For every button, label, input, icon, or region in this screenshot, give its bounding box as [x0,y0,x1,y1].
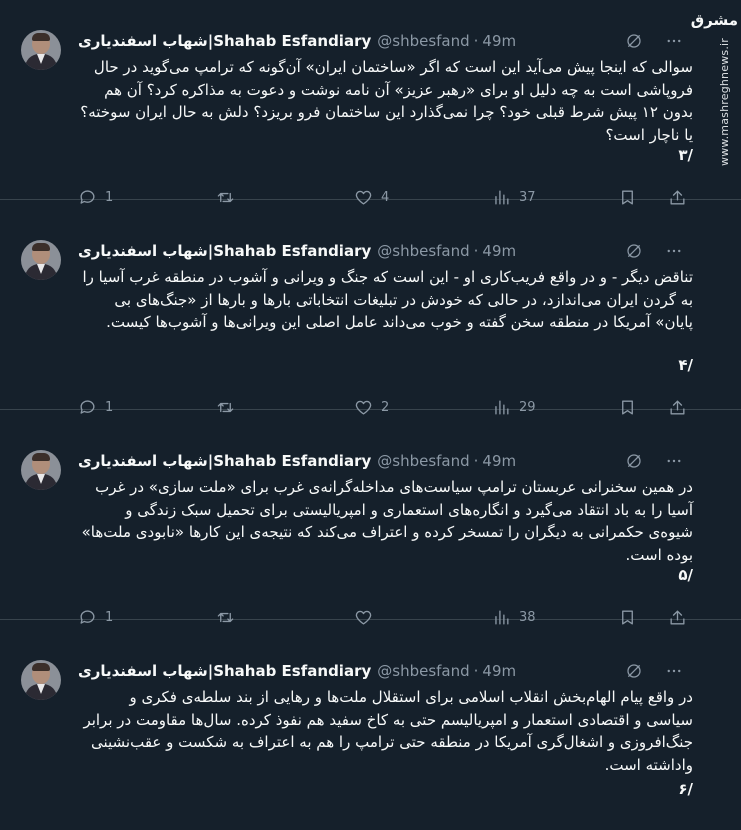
tweet-header: شهاب اسفندیاری|Shahab Esfandiary @shbesf… [78,240,516,262]
bookmark-icon [622,610,633,625]
reply-button[interactable]: 1 [78,608,113,627]
views-count: 37 [519,190,536,205]
reply-icon [80,610,95,624]
watermark-url: www.mashreghnews.ir [717,38,731,166]
tweet-header: شهاب اسفندیاری|Shahab Esfandiary @shbesf… [78,30,516,52]
tweet[interactable]: شهاب اسفندیاری|Shahab Esfandiary @shbesf… [0,420,741,625]
separator-dot: · [473,452,479,470]
watermark: مشرق www.mashreghnews.ir [690,0,741,166]
avatar[interactable] [21,240,61,280]
avatar[interactable] [21,30,61,70]
like-count: 4 [381,190,390,205]
bookmark-button[interactable] [618,398,637,417]
like-button[interactable] [354,608,381,627]
like-button[interactable]: 2 [354,398,389,417]
bookmark-button[interactable] [618,608,637,627]
views-count: 38 [519,610,536,625]
retweet-button[interactable] [216,398,243,417]
share-button[interactable] [668,398,687,417]
reply-count: 1 [105,610,114,625]
author-handle[interactable]: @shbesfand [377,662,469,680]
author-handle[interactable]: @shbesfand [377,452,469,470]
heart-icon [355,190,372,205]
author-handle[interactable]: @shbesfand [377,32,469,50]
thread-number: /۵ [678,566,693,584]
author-name[interactable]: شهاب اسفندیاری|Shahab Esfandiary [78,452,371,470]
tweet-header: شهاب اسفندیاری|Shahab Esfandiary @shbesf… [78,660,516,682]
tweet-text: در همین سخنرانی عربستان ترامپ سیاست‌های … [81,478,693,564]
avatar[interactable] [21,660,61,700]
tweet-text: در واقع پیام الهام‌بخش انقلاب اسلامی برا… [83,688,693,774]
retweet-button[interactable] [216,188,243,207]
reply-button[interactable]: 1 [78,188,113,207]
bookmark-button[interactable] [618,188,637,207]
grok-icon[interactable] [625,452,643,470]
thread-number: /۶ [678,780,693,798]
timestamp[interactable]: 49m [482,662,516,680]
author-name[interactable]: شهاب اسفندیاری|Shahab Esfandiary [78,242,371,260]
tweet-header: شهاب اسفندیاری|Shahab Esfandiary @shbesf… [78,450,516,472]
header-icons [603,662,683,680]
header-icons [603,32,683,50]
watermark-logo: مشرق [690,11,738,29]
author-name[interactable]: شهاب اسفندیاری|Shahab Esfandiary [78,662,371,680]
views-button[interactable]: 29 [492,398,536,417]
tweet-text: سوالی که اینجا پیش می‌آید این است که اگر… [80,58,693,144]
more-options-icon[interactable] [665,452,683,470]
retweet-button[interactable] [216,608,243,627]
timestamp[interactable]: 49m [482,452,516,470]
separator-dot: · [473,32,479,50]
tweet-actions: 1 38 [78,608,690,630]
grok-icon[interactable] [625,242,643,260]
share-icon [670,190,685,205]
author-handle[interactable]: @shbesfand [377,242,469,260]
tweet-text: تناقض دیگر - و در واقع فریب‌کاری او - ای… [82,268,693,331]
grok-icon[interactable] [625,662,643,680]
tweet[interactable]: شهاب اسفندیاری|Shahab Esfandiary @shbesf… [0,0,741,205]
reply-button[interactable]: 1 [78,398,113,417]
tweet[interactable]: شهاب اسفندیاری|Shahab Esfandiary @shbesf… [0,210,741,415]
share-button[interactable] [668,188,687,207]
heart-icon [355,610,372,625]
views-chart-icon [495,610,509,625]
share-button[interactable] [668,608,687,627]
author-name[interactable]: شهاب اسفندیاری|Shahab Esfandiary [78,32,371,50]
share-icon [670,610,685,625]
more-options-icon[interactable] [665,32,683,50]
reply-count: 1 [105,190,114,205]
tweet[interactable]: شهاب اسفندیاری|Shahab Esfandiary @shbesf… [0,630,741,830]
share-icon [670,400,685,415]
like-count: 2 [381,400,390,415]
avatar[interactable] [21,450,61,490]
thread-number: /٣ [678,146,693,164]
retweet-icon [217,402,234,413]
header-icons [603,452,683,470]
timestamp[interactable]: 49m [482,32,516,50]
more-options-icon[interactable] [665,662,683,680]
more-options-icon[interactable] [665,242,683,260]
grok-icon[interactable] [625,32,643,50]
heart-icon [355,400,372,415]
header-icons [603,242,683,260]
views-chart-icon [495,400,509,415]
retweet-icon [217,192,234,203]
like-button[interactable]: 4 [354,188,389,207]
bookmark-icon [622,400,633,415]
tweet-actions: 1 4 37 [78,188,690,210]
views-button[interactable]: 38 [492,608,536,627]
separator-dot: · [473,242,479,260]
views-button[interactable]: 37 [492,188,536,207]
bookmark-icon [622,190,633,205]
reply-icon [80,400,95,414]
reply-count: 1 [105,400,114,415]
timestamp[interactable]: 49m [482,242,516,260]
retweet-icon [217,612,234,623]
reply-icon [80,190,95,204]
views-chart-icon [495,190,509,205]
separator-dot: · [473,662,479,680]
views-count: 29 [519,400,536,415]
tweet-actions: 1 2 29 [78,398,690,420]
thread-number: /۴ [678,356,693,374]
